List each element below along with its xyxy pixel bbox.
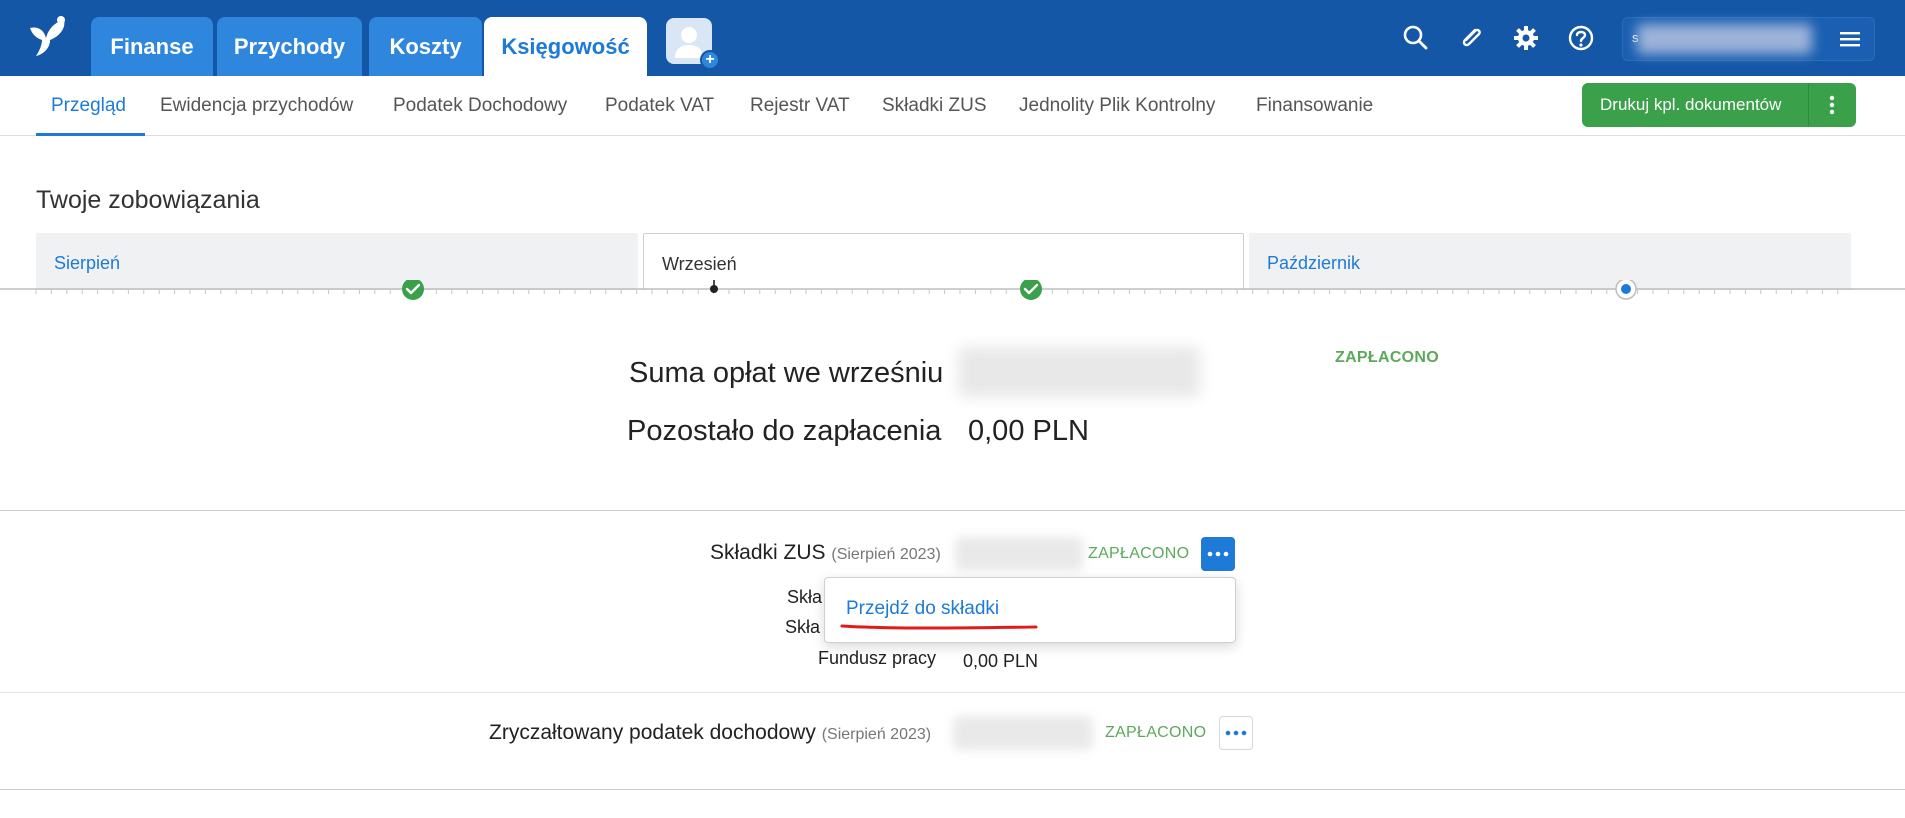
more-horizontal-icon (1207, 551, 1229, 557)
total-fees-value-redacted (958, 347, 1200, 397)
divider (0, 692, 1905, 693)
item-title-skladki-zus: Składki ZUS (Sierpień 2023) (710, 541, 941, 565)
tab-ksiegowosc[interactable]: Księgowość (484, 17, 647, 76)
subnav-item-przeglad[interactable]: Przegląd (51, 95, 126, 117)
app-logo-icon[interactable] (24, 14, 70, 60)
gear-icon[interactable] (1510, 22, 1542, 54)
radio-dot-icon (1615, 280, 1637, 300)
tab-przychody[interactable]: Przychody (217, 17, 362, 76)
divider (0, 789, 1905, 790)
search-icon[interactable] (1400, 22, 1432, 54)
tab-koszty[interactable]: Koszty (369, 17, 482, 76)
user-name-redacted (1637, 24, 1812, 54)
subnav-item-ewidencja-przychodow[interactable]: Ewidencja przychodów (160, 95, 353, 117)
red-annotation-underline (840, 624, 1038, 630)
sub-row-label: Skła (785, 617, 821, 637)
sub-row-label: Fundusz pracy (818, 648, 937, 668)
item-amount-redacted (953, 716, 1093, 750)
top-navigation-bar: Finanse Przychody Koszty Księgowość + s (0, 0, 1905, 76)
remaining-value: 0,00 PLN (968, 415, 1089, 447)
user-account-menu[interactable]: s (1622, 17, 1875, 61)
tab-finanse[interactable]: Finanse (91, 17, 213, 76)
subnav-item-podatek-dochodowy[interactable]: Podatek Dochodowy (393, 95, 567, 117)
subnav-item-finansowanie[interactable]: Finansowanie (1256, 95, 1373, 117)
status-badge: ZAPŁACONO (1335, 349, 1440, 366)
item-actions-dropdown: Przejdź do składki (824, 577, 1236, 643)
remaining-label: Pozostało do zapłacenia (627, 415, 942, 447)
month-label: Wrzesień (662, 254, 737, 274)
divider (0, 510, 1905, 511)
help-icon[interactable] (1565, 22, 1597, 54)
paperclip-icon[interactable] (1455, 22, 1487, 54)
month-label: Sierpień (54, 253, 121, 273)
item-title-text: Składki ZUS (710, 541, 826, 564)
plus-icon: + (700, 50, 720, 70)
page-title: Twoje zobowiązania (36, 186, 260, 214)
more-horizontal-icon (1225, 730, 1247, 736)
item-title-text: Zryczałtowany podatek dochodowy (489, 721, 816, 744)
status-badge: ZAPŁACONO (1105, 724, 1207, 741)
item-title-zryczaltowany-podatek: Zryczałtowany podatek dochodowy (Sierpie… (489, 721, 931, 745)
month-timeline (0, 280, 1905, 300)
subnav-item-jpk[interactable]: Jednolity Plik Kontrolny (1019, 95, 1215, 117)
print-button-label: Drukuj kpl. dokumentów (1600, 95, 1782, 114)
item-period: (Sierpień 2023) (831, 546, 941, 563)
go-to-contribution-link[interactable]: Przejdź do składki (846, 598, 999, 620)
item-actions-button[interactable] (1201, 537, 1235, 571)
button-divider (1808, 83, 1809, 127)
current-date-dot (710, 285, 718, 293)
sub-row-label: Skła (787, 587, 823, 607)
check-icon (1020, 280, 1042, 300)
subnav-item-skladki-zus[interactable]: Składki ZUS (882, 95, 987, 117)
status-badge: ZAPŁACONO (1088, 545, 1190, 562)
total-fees-label: Suma opłat we wrześniu (629, 357, 944, 389)
item-actions-button[interactable] (1219, 716, 1253, 750)
sub-row-value: 0,00 PLN (963, 651, 1039, 671)
month-label: Październik (1267, 253, 1361, 273)
active-tab-indicator (36, 133, 145, 136)
hamburger-menu-icon[interactable] (1840, 31, 1860, 47)
subnav-item-podatek-vat[interactable]: Podatek VAT (605, 95, 714, 117)
item-amount-redacted (955, 537, 1083, 571)
item-period: (Sierpień 2023) (821, 726, 932, 743)
subnav-item-rejestr-vat[interactable]: Rejestr VAT (750, 95, 850, 117)
print-documents-button[interactable]: Drukuj kpl. dokumentów (1582, 83, 1856, 127)
kebab-menu-icon[interactable] (1822, 94, 1842, 116)
check-icon (402, 280, 424, 300)
